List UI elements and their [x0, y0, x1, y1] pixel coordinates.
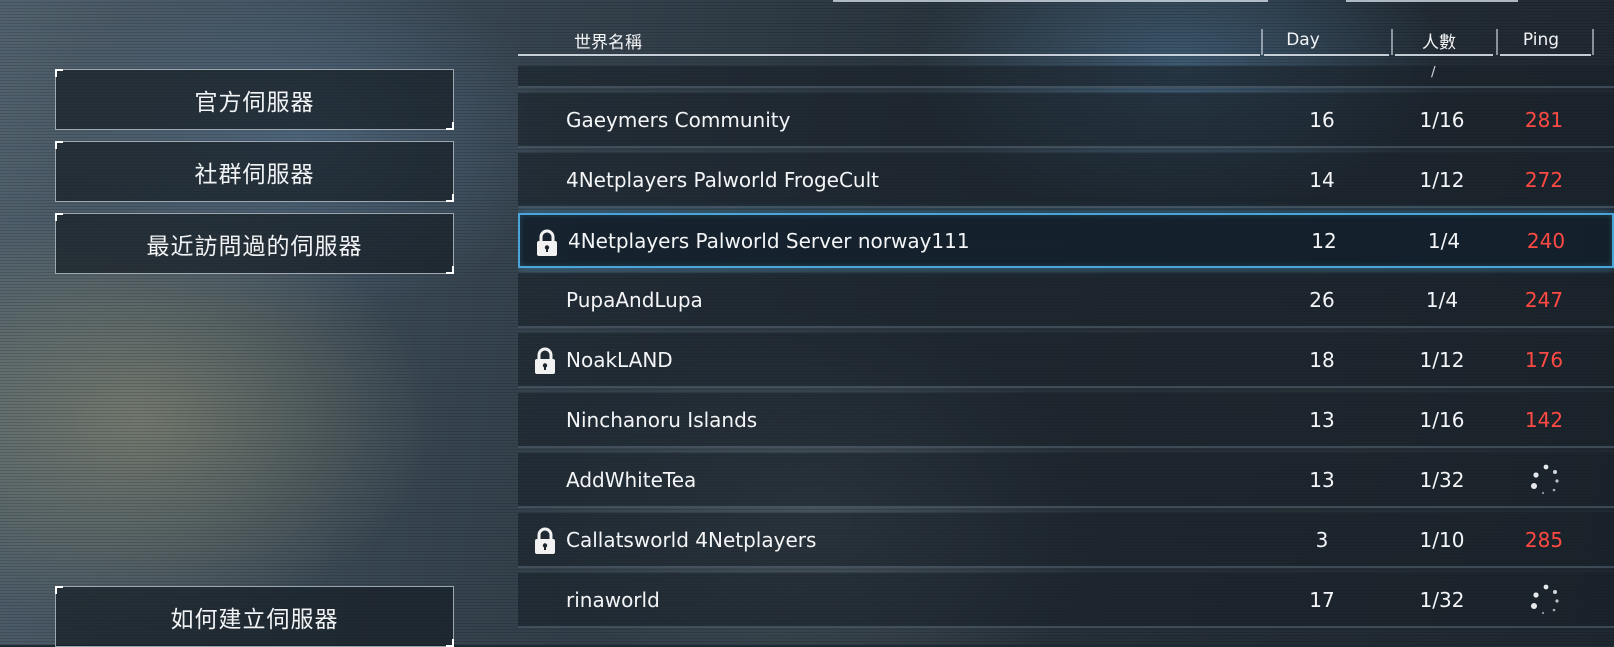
server-players: 1/4: [1425, 287, 1459, 312]
community-servers-button[interactable]: 社群伺服器: [55, 141, 454, 202]
server-day: 26: [1309, 287, 1335, 312]
header-divider: [1496, 29, 1498, 55]
recent-servers-button[interactable]: 最近訪問過的伺服器: [55, 213, 454, 274]
server-list-header: 世界名稱 Day 人數 Ping: [518, 25, 1614, 56]
server-day: 3: [1315, 527, 1329, 552]
server-name: AddWhiteTea: [566, 467, 697, 492]
server-ping: 240: [1526, 228, 1566, 253]
loading-spinner-icon: [1505, 453, 1583, 506]
top-search-field-edge: [833, 0, 1268, 2]
server-players: 1/4: [1427, 228, 1461, 253]
server-row[interactable]: Callatsworld 4Netplayers 3 1/10 285: [518, 513, 1614, 568]
server-row[interactable]: Gaeymers Community 16 1/16 281: [518, 93, 1614, 148]
server-name: 4Netplayers Palworld Server norway111: [568, 228, 970, 253]
server-players: 1/16: [1419, 107, 1465, 132]
server-players: 1/32: [1419, 467, 1465, 492]
server-day: 13: [1309, 407, 1335, 432]
server-players: 1/32: [1419, 587, 1465, 612]
server-players: 1/16: [1419, 407, 1465, 432]
server-ping: 176: [1524, 347, 1564, 372]
lock-icon: [534, 229, 560, 257]
server-day: 18: [1309, 347, 1335, 372]
server-name: Ninchanoru Islands: [566, 407, 758, 432]
server-row[interactable]: rinaworld 17 1/32: [518, 573, 1614, 628]
header-divider: [1592, 29, 1594, 55]
column-header-day[interactable]: Day: [1260, 25, 1346, 55]
server-day: 16: [1309, 107, 1335, 132]
server-players: 1/12: [1419, 167, 1465, 192]
column-header-players[interactable]: 人數: [1395, 25, 1483, 55]
server-row[interactable]: PupaAndLupa 26 1/4 247: [518, 273, 1614, 328]
server-day: 12: [1311, 228, 1337, 253]
column-header-world-name[interactable]: 世界名稱: [574, 25, 642, 55]
server-day: 17: [1309, 587, 1335, 612]
header-divider: [1261, 29, 1263, 55]
header-underline-day: [1264, 54, 1389, 56]
server-row[interactable]: 4Netplayers Palworld FrogeCult 14 1/12 272: [518, 153, 1614, 208]
how-to-create-server-button[interactable]: 如何建立伺服器: [55, 586, 454, 647]
server-name: PupaAndLupa: [566, 287, 703, 312]
server-players: 1/10: [1419, 527, 1465, 552]
lock-icon: [532, 347, 558, 375]
server-row[interactable]: AddWhiteTea 13 1/32: [518, 453, 1614, 508]
server-row-selected[interactable]: 4Netplayers Palworld Server norway111 12 1…: [518, 213, 1614, 268]
header-underline-players: [1395, 54, 1493, 56]
header-divider: [1391, 29, 1393, 55]
partially-hidden-row[interactable]: /: [518, 66, 1614, 88]
header-underline-name: [518, 54, 1260, 56]
header-underline-ping: [1500, 54, 1591, 56]
server-ping: 142: [1524, 407, 1564, 432]
server-name: NoakLAND: [566, 347, 673, 372]
partial-row-players: /: [1431, 66, 1436, 80]
server-name: Gaeymers Community: [566, 107, 791, 132]
lock-icon: [532, 527, 558, 555]
server-ping: 272: [1524, 167, 1564, 192]
server-ping: 281: [1524, 107, 1564, 132]
server-list[interactable]: / Gaeymers Community 16 1/16 281 4Netplayers…: [518, 66, 1614, 645]
official-servers-button[interactable]: 官方伺服器: [55, 69, 454, 130]
server-name: Callatsworld 4Netplayers: [566, 527, 817, 552]
server-row[interactable]: Ninchanoru Islands 13 1/16 142: [518, 393, 1614, 448]
server-row[interactable]: NoakLAND 18 1/12 176: [518, 333, 1614, 388]
server-players: 1/12: [1419, 347, 1465, 372]
server-name: rinaworld: [566, 587, 660, 612]
server-name: 4Netplayers Palworld FrogeCult: [566, 167, 879, 192]
server-ping: 285: [1524, 527, 1564, 552]
server-day: 14: [1309, 167, 1335, 192]
column-header-ping[interactable]: Ping: [1500, 25, 1582, 55]
server-day: 13: [1309, 467, 1335, 492]
top-dropdown-edge: [1346, 0, 1518, 2]
server-ping: 247: [1524, 287, 1564, 312]
loading-spinner-icon: [1505, 573, 1583, 626]
